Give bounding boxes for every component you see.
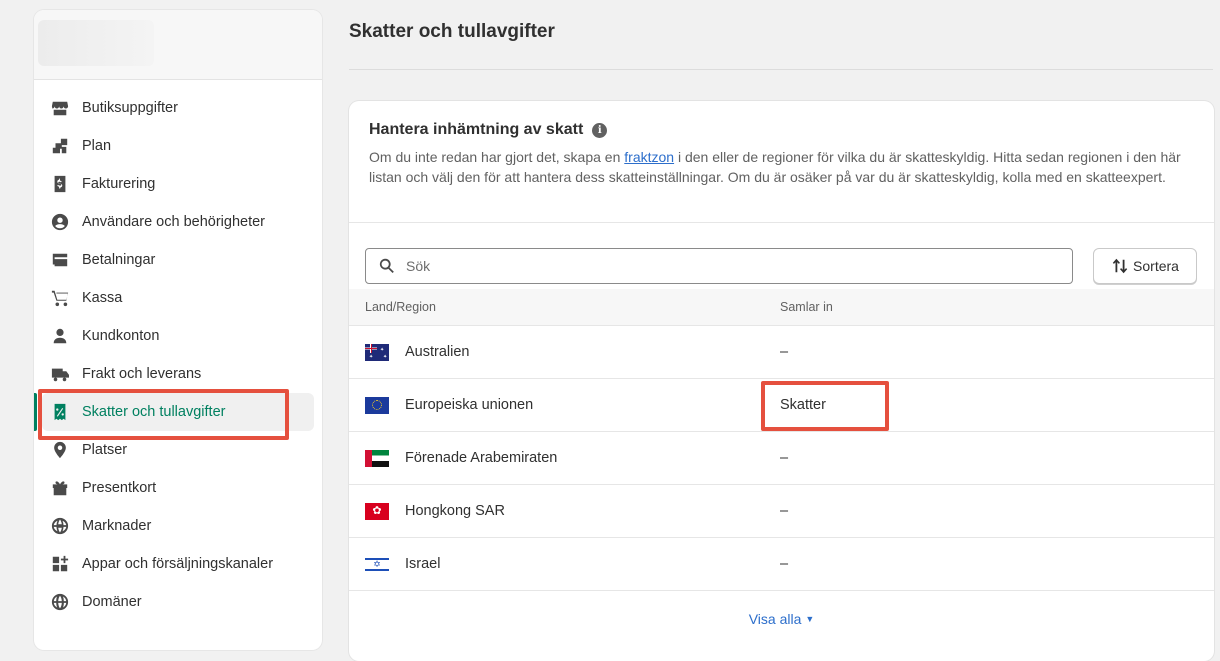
user-circle-icon (50, 212, 70, 232)
card-desc-before: Om du inte redan har gjort det, skapa en (369, 149, 625, 165)
payments-icon (50, 250, 70, 270)
truck-icon (50, 364, 70, 384)
apps-icon (50, 554, 70, 574)
sidebar-item-label: Kassa (82, 290, 123, 306)
flag-australia-icon: ✦ ✦ ✦ (365, 343, 389, 361)
sidebar-item-plan[interactable]: Plan (42, 127, 314, 165)
country-cell: ✡ Israel (349, 555, 780, 573)
table-row[interactable]: Europeiska unionen Skatter (349, 379, 1214, 432)
sidebar-item-skatter[interactable]: Skatter och tullavgifter (34, 393, 314, 431)
settings-nav: Butiksuppgifter Plan Fakturering Använda… (34, 80, 322, 621)
sidebar-item-fakturering[interactable]: Fakturering (42, 165, 314, 203)
sidebar-item-label: Kundkonton (82, 328, 160, 344)
sidebar-item-butiksuppgifter[interactable]: Butiksuppgifter (42, 89, 314, 127)
store-icon (50, 98, 70, 118)
sidebar-item-anvandare[interactable]: Användare och behörigheter (42, 203, 314, 241)
collect-cell: – (780, 450, 789, 466)
search-box[interactable] (365, 248, 1073, 284)
country-cell: Europeiska unionen (349, 396, 780, 414)
flag-eu-icon (365, 396, 389, 414)
sidebar-item-label: Skatter och tullavgifter (82, 404, 226, 420)
table-row[interactable]: ✡ Israel – (349, 538, 1214, 591)
sidebar-item-label: Presentkort (82, 480, 157, 496)
flag-uae-icon (365, 449, 389, 467)
sort-button[interactable]: Sortera (1093, 248, 1197, 284)
sidebar-item-label: Användare och behörigheter (82, 214, 265, 230)
location-pin-icon (50, 440, 70, 460)
table-row[interactable]: ✦ ✦ ✦ Australien – (349, 326, 1214, 379)
country-name: Australien (405, 344, 470, 360)
sidebar-item-domaner[interactable]: Domäner (42, 583, 314, 621)
sidebar-item-appar[interactable]: Appar och försäljningskanaler (42, 545, 314, 583)
sidebar-item-label: Platser (82, 442, 128, 458)
flag-hongkong-icon: ✿ (365, 502, 389, 520)
sidebar-item-label: Fakturering (82, 176, 156, 192)
info-icon[interactable]: i (592, 122, 608, 138)
settings-sidebar: Butiksuppgifter Plan Fakturering Använda… (34, 10, 322, 650)
sidebar-item-kassa[interactable]: Kassa (42, 279, 314, 317)
sidebar-item-label: Butiksuppgifter (82, 100, 178, 116)
collect-cell: Skatter (780, 397, 826, 413)
card-description: Om du inte redan har gjort det, skapa en… (369, 147, 1194, 187)
sidebar-item-label: Marknader (82, 518, 152, 534)
gift-icon (50, 478, 70, 498)
sidebar-item-presentkort[interactable]: Presentkort (42, 469, 314, 507)
sort-button-label: Sortera (1133, 258, 1179, 274)
flag-israel-icon: ✡ (365, 555, 389, 573)
country-cell: Förenade Arabemiraten (349, 449, 780, 467)
fraktzon-link[interactable]: fraktzon (624, 149, 674, 165)
table-row[interactable]: Förenade Arabemiraten – (349, 432, 1214, 485)
sidebar-item-kundkonton[interactable]: Kundkonton (42, 317, 314, 355)
sidebar-item-platser[interactable]: Platser (42, 431, 314, 469)
person-icon (50, 326, 70, 346)
page-title: Skatter och tullavgifter (349, 21, 555, 42)
sidebar-item-label: Frakt och leverans (82, 366, 202, 382)
title-divider (349, 69, 1213, 70)
sort-arrows-icon (1112, 258, 1128, 274)
collect-cell: – (780, 503, 789, 519)
card-title-row: Hantera inhämtning av skatt i (369, 121, 1194, 139)
card-title: Hantera inhämtning av skatt (369, 121, 584, 138)
table-row[interactable]: ✿ Hongkong SAR – (349, 485, 1214, 538)
sidebar-item-label: Appar och försäljningskanaler (82, 556, 274, 572)
show-all-button[interactable]: Visa alla ▼ (349, 591, 1214, 646)
globe-icon (50, 516, 70, 536)
column-header-collect: Samlar in (780, 300, 833, 314)
sidebar-header (34, 10, 322, 80)
show-all-label: Visa alla (748, 610, 802, 627)
cart-icon (50, 288, 70, 308)
billing-icon (50, 174, 70, 194)
tax-regions-table: Land/Region Samlar in ✦ ✦ ✦ Australien – E… (349, 289, 1214, 646)
plan-icon (50, 136, 70, 156)
collect-cell: – (780, 344, 789, 360)
search-input[interactable] (406, 258, 1072, 274)
country-cell: ✦ ✦ ✦ Australien (349, 343, 780, 361)
tax-collection-card: Hantera inhämtning av skatt i Om du inte… (349, 101, 1214, 661)
country-name: Förenade Arabemiraten (405, 450, 558, 466)
column-header-country: Land/Region (365, 300, 436, 314)
store-logo[interactable] (38, 20, 154, 66)
sidebar-item-label: Domäner (82, 594, 142, 610)
caret-down-icon: ▼ (805, 613, 815, 624)
sidebar-item-label: Plan (82, 138, 112, 154)
sidebar-item-marknader[interactable]: Marknader (42, 507, 314, 545)
country-name: Europeiska unionen (405, 397, 534, 413)
country-cell: ✿ Hongkong SAR (349, 502, 780, 520)
collect-cell: – (780, 556, 789, 572)
sidebar-item-betalningar[interactable]: Betalningar (42, 241, 314, 279)
country-name: Israel (405, 556, 441, 572)
sidebar-item-label: Betalningar (82, 252, 156, 268)
card-header: Hantera inhämtning av skatt i Om du inte… (349, 101, 1214, 223)
table-toolbar: Sortera (349, 223, 1214, 289)
search-icon (379, 258, 394, 274)
tax-receipt-icon (50, 402, 70, 422)
domains-globe-icon (50, 592, 70, 612)
table-header: Land/Region Samlar in (349, 289, 1214, 326)
country-name: Hongkong SAR (405, 503, 505, 519)
sidebar-item-frakt[interactable]: Frakt och leverans (42, 355, 314, 393)
